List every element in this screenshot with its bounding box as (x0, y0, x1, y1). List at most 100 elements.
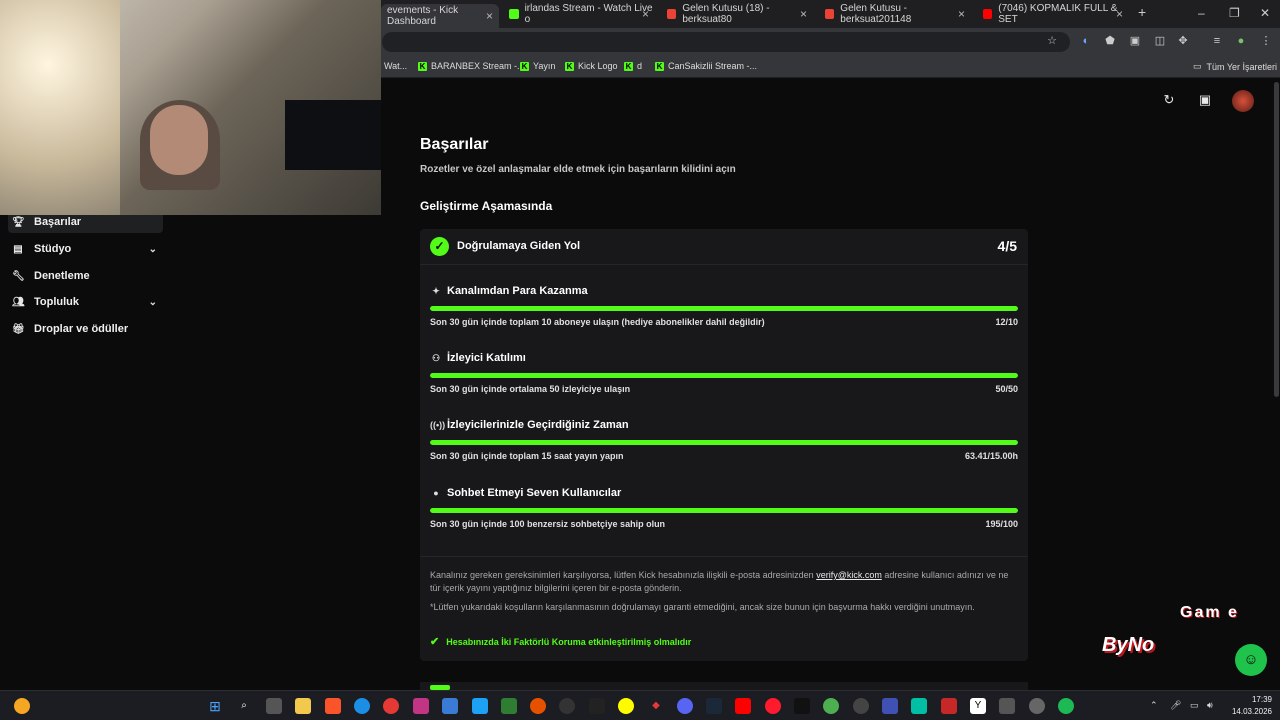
camera-icon[interactable]: ▣ (1197, 92, 1213, 108)
app-icon[interactable] (530, 698, 546, 714)
discord-icon[interactable] (677, 698, 693, 714)
check-icon: ✔ (430, 636, 440, 648)
progress-bar (430, 508, 1018, 513)
yandex-icon[interactable]: Y (970, 698, 986, 714)
app-icon[interactable] (999, 698, 1015, 714)
chrome-icon[interactable] (823, 698, 839, 714)
extension-icon[interactable]: ▣ (1128, 34, 1142, 48)
sidebar-item-topluluk[interactable]: 👥︎ Topluluk ⌄ (8, 291, 163, 313)
progress-bar (430, 440, 1018, 445)
sidebar-item-droplar[interactable]: 🎁︎ Droplar ve ödüller (8, 318, 163, 340)
opera-icon[interactable] (765, 698, 781, 714)
tab-gmail-2[interactable]: Gelen Kutusu - berksuat201148 × (819, 3, 971, 25)
help-button[interactable]: ☺ (1235, 644, 1267, 676)
tiktok-icon[interactable] (794, 698, 810, 714)
card-header[interactable]: ✓ Doğrulamaya Giden Yol 4/5 (420, 229, 1028, 265)
all-bookmarks[interactable]: ▭ Tüm Yer İşaretleri (1193, 61, 1277, 72)
kick-topbar: ↻ ▣ (381, 80, 1280, 120)
app-icon[interactable] (911, 698, 927, 714)
refresh-icon[interactable]: ↻ (1161, 92, 1177, 108)
extension-icon[interactable]: ◫ (1153, 34, 1167, 48)
new-tab-button[interactable]: + (1138, 4, 1146, 20)
close-icon[interactable]: × (642, 7, 649, 21)
player-icon[interactable] (383, 698, 399, 714)
close-window-icon[interactable]: ✕ (1260, 6, 1270, 20)
gmail-icon (825, 9, 835, 19)
instagram-icon[interactable] (413, 698, 429, 714)
requirement-desc: Son 30 gün içinde toplam 10 aboneye ulaş… (430, 317, 765, 327)
search-icon[interactable]: ⌕ (236, 698, 252, 714)
profile-icon[interactable]: ● (1234, 34, 1248, 48)
app-icon[interactable] (501, 698, 517, 714)
chevron-down-icon: ⌄ (148, 243, 157, 255)
tab-kick-dashboard[interactable]: evements - Kick Dashboard × (381, 4, 499, 28)
requirement-desc: Son 30 gün içinde ortalama 50 izleyiciye… (430, 384, 631, 394)
close-icon[interactable]: × (800, 7, 807, 21)
bookmark-item[interactable]: K Kick Logo (565, 61, 618, 71)
folder-icon[interactable] (295, 698, 311, 714)
sidebar-item-label: Stüdyo (34, 243, 72, 255)
brave-icon[interactable] (325, 698, 341, 714)
puzzle-icon[interactable]: ✥ (1176, 34, 1190, 48)
menu-icon[interactable]: ⋮ (1259, 34, 1273, 48)
address-bar[interactable] (382, 32, 1070, 52)
tab-youtube[interactable]: (7046) KOPMALIK FULL & SET × (977, 3, 1129, 25)
chevron-down-icon: ⌄ (148, 296, 157, 308)
folder-icon: ▭ (1193, 61, 1202, 71)
speed-icon[interactable] (559, 698, 575, 714)
star-icon[interactable]: ☆ (1045, 34, 1059, 48)
youtube-icon[interactable] (735, 698, 751, 714)
minimize-icon[interactable]: – (1198, 6, 1205, 20)
sparkle-icon: ✦ (432, 285, 440, 296)
shield-icon[interactable]: ⬟ (1103, 34, 1117, 48)
kick-icon: K (418, 61, 427, 71)
steam-icon[interactable] (706, 698, 722, 714)
task-view-icon[interactable] (266, 698, 282, 714)
sidebar-item-denetleme[interactable]: 🔧︎ Denetleme (8, 265, 163, 287)
requirement-title: İzleyici Katılımı (447, 352, 526, 364)
taskbar-clock[interactable]: 17:39 14.03.2026 (1226, 694, 1272, 718)
microphone-icon[interactable]: 🎤︎ (1170, 700, 1181, 711)
app-icon[interactable]: ◆ (648, 698, 664, 714)
close-icon[interactable]: × (486, 9, 493, 23)
chevron-up-icon[interactable]: ⌃ (1150, 700, 1158, 711)
kick-icon: K (624, 61, 633, 71)
snapchat-icon[interactable] (618, 698, 634, 714)
list-icon[interactable]: ≡ (1210, 34, 1224, 48)
users-icon: ⚇ (431, 352, 441, 363)
twitter-icon[interactable] (472, 698, 488, 714)
volume-icon[interactable]: 🔊︎ (1207, 700, 1213, 711)
verify-email-link[interactable]: verify@kick.com (816, 570, 882, 580)
app-icon[interactable] (442, 698, 458, 714)
start-icon[interactable]: ⊞ (207, 698, 223, 714)
bookmark-item[interactable]: Kd (624, 61, 642, 71)
close-icon[interactable]: × (1116, 7, 1123, 21)
app-icon[interactable] (853, 698, 869, 714)
edge-icon[interactable] (354, 698, 370, 714)
achievement-card: ✓ Doğrulamaya Giden Yol 4/5 ✦ Kanalımdan … (420, 229, 1028, 661)
bookmark-item[interactable]: Wat... (384, 61, 407, 71)
app-icon[interactable] (882, 698, 898, 714)
avatar[interactable] (1232, 90, 1254, 112)
bookmark-label: CanSakizlii Stream -... (668, 61, 758, 71)
spotify-icon[interactable] (1058, 698, 1074, 714)
tab-irlandas-stream[interactable]: irlandas Stream - Watch Live o × (503, 3, 655, 25)
weather-icon[interactable] (14, 698, 30, 714)
sidebar-item-studyo[interactable]: ▤ Stüdyo ⌄ (8, 238, 163, 260)
restore-icon[interactable]: ❐ (1229, 6, 1240, 20)
requirement-value: 63.41/15.00h (964, 451, 1018, 461)
close-icon[interactable]: × (958, 7, 965, 21)
bookmark-item[interactable]: K CanSakizlii Stream -... (655, 61, 757, 71)
scrollbar[interactable] (1274, 82, 1279, 397)
app-icon[interactable] (941, 698, 957, 714)
app-icon[interactable] (1029, 698, 1045, 714)
bookmark-item[interactable]: K BARANBEX Stream -... (418, 61, 525, 71)
bookmark-item[interactable]: K Yayın (520, 61, 555, 71)
tab-gmail-1[interactable]: Gelen Kutusu (18) - berksuat80 × (661, 3, 813, 25)
requirement-desc: Son 30 gün içinde toplam 15 saat yayın y… (430, 451, 624, 461)
divider (420, 556, 1028, 557)
extension-icon[interactable]: ◐ (1079, 34, 1093, 48)
requirement-title: Sohbet Etmeyi Seven Kullanıcılar (447, 487, 622, 499)
network-icon[interactable]: ▭ (1190, 700, 1199, 711)
epic-games-icon[interactable] (589, 698, 605, 714)
